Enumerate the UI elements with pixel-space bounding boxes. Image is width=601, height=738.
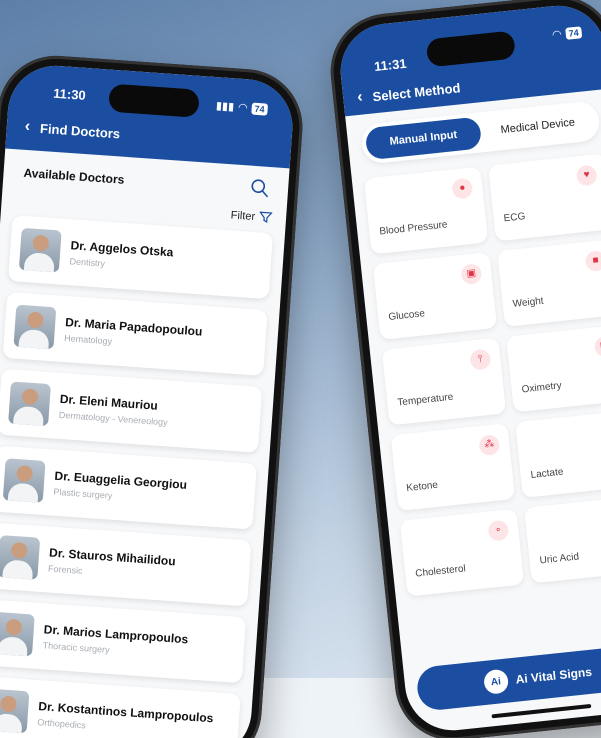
brand-bar: Ai Ai Vital Signs bbox=[415, 642, 601, 712]
status-time: 11:30 bbox=[52, 85, 87, 103]
wifi-icon: ◠ bbox=[551, 28, 563, 42]
doctor-avatar bbox=[0, 535, 41, 580]
molecule-icon: ⁂ bbox=[478, 434, 501, 457]
tab-medical-device[interactable]: Medical Device bbox=[479, 104, 597, 148]
nav-row: ‹ Select Method bbox=[356, 78, 461, 107]
doctor-specialty: Dermatology - Venereology bbox=[58, 409, 168, 428]
header-find-doctors: 11:30 ▮▮▮ ◠ 74 ‹ Find Doctors bbox=[5, 62, 296, 169]
method-tile-glucose[interactable]: ▣ Glucose bbox=[372, 252, 498, 340]
doctor-avatar bbox=[2, 458, 46, 503]
doctor-card[interactable]: Dr. Maria Papadopoulou Hematology bbox=[2, 291, 268, 376]
method-label: ECG bbox=[503, 211, 526, 225]
doctor-card[interactable]: Dr. Aggelos Otska Dentistry bbox=[8, 215, 274, 300]
doctor-card[interactable]: Dr. Stauros Mihailidou Forensic bbox=[0, 522, 252, 607]
method-tile-oximetry[interactable]: ▤ Oximetry bbox=[506, 324, 601, 413]
method-label: Oximetry bbox=[521, 380, 563, 396]
doctor-card[interactable]: Dr. Eleni Mauriou Dermatology - Venereolo… bbox=[0, 368, 263, 453]
doctor-avatar bbox=[8, 381, 51, 427]
doctor-avatar bbox=[0, 611, 35, 657]
method-tile-ketone[interactable]: ⁂ Ketone bbox=[390, 423, 516, 511]
glucose-meter-icon: ▣ bbox=[460, 263, 483, 286]
method-tile-temperature[interactable]: ⫯ Temperature bbox=[381, 337, 507, 426]
method-tile-lactate[interactable]: ∿Lactate bbox=[515, 410, 601, 498]
phone-select-method: 11:31 ◠ 74 ‹ Select Method Manual Input … bbox=[325, 0, 601, 738]
cells-icon: ∘ bbox=[487, 519, 510, 542]
doctor-card[interactable]: Dr. Kostantinos Lampropoulos Orthopedics bbox=[0, 676, 241, 738]
phone-find-doctors: 11:30 ▮▮▮ ◠ 74 ‹ Find Doctors Available … bbox=[0, 52, 307, 738]
method-tile-blood-pressure[interactable]: ● Blood Pressure bbox=[363, 166, 489, 255]
section-title: Available Doctors bbox=[23, 165, 125, 187]
method-tile-uric-acid[interactable]: ✎Uric Acid bbox=[524, 495, 601, 584]
brand-logo-icon: Ai bbox=[482, 668, 510, 695]
home-indicator bbox=[491, 703, 592, 719]
method-label: Uric Acid bbox=[539, 551, 580, 567]
nav-row: ‹ Find Doctors bbox=[24, 118, 121, 143]
doctor-avatar bbox=[18, 227, 62, 273]
header-select-method: 11:31 ◠ 74 ‹ Select Method bbox=[335, 1, 601, 117]
method-tile-cholesterol[interactable]: ∘ Cholesterol bbox=[399, 508, 525, 597]
doctor-avatar bbox=[13, 304, 57, 350]
signal-icon: ▮▮▮ bbox=[215, 100, 235, 114]
filter-label: Filter bbox=[230, 208, 256, 223]
method-label: Blood Pressure bbox=[378, 219, 449, 238]
battery-icon: 74 bbox=[251, 102, 269, 116]
method-label: Temperature bbox=[396, 391, 454, 409]
dynamic-island bbox=[108, 83, 200, 118]
method-label: Lactate bbox=[530, 466, 564, 481]
wifi-icon: ◠ bbox=[237, 101, 249, 115]
back-arrow-icon[interactable]: ‹ bbox=[356, 89, 363, 107]
tab-manual-input[interactable]: Manual Input bbox=[364, 116, 483, 161]
method-tile-weight[interactable]: ■ Weight bbox=[497, 239, 601, 327]
screen-select-method: 11:31 ◠ 74 ‹ Select Method Manual Input … bbox=[335, 1, 601, 736]
dynamic-island bbox=[425, 30, 517, 68]
filter-icon bbox=[259, 211, 273, 224]
method-grid: ● Blood Pressure ♥ ECG ▣ Glucose ■ Weight ⫯ T… bbox=[363, 153, 601, 597]
search-icon[interactable] bbox=[249, 178, 270, 199]
drop-icon: ● bbox=[451, 177, 474, 200]
doctor-avatar bbox=[0, 688, 30, 734]
method-label: Glucose bbox=[387, 308, 426, 323]
thermometer-icon: ⫯ bbox=[469, 348, 492, 371]
back-arrow-icon[interactable]: ‹ bbox=[24, 118, 31, 136]
screen-find-doctors: 11:30 ▮▮▮ ◠ 74 ‹ Find Doctors Available … bbox=[0, 62, 296, 738]
doctor-specialty: Dentistry bbox=[69, 256, 106, 269]
oximeter-icon: ▤ bbox=[593, 335, 601, 358]
status-icons: ◠ 74 bbox=[551, 25, 583, 42]
status-time: 11:31 bbox=[373, 55, 408, 75]
page-title: Select Method bbox=[371, 79, 462, 104]
status-icons: ▮▮▮ ◠ 74 bbox=[216, 99, 269, 116]
doctor-list: Dr. Aggelos Otska Dentistry Dr. Maria Pap… bbox=[0, 215, 274, 738]
method-label: Cholesterol bbox=[414, 563, 467, 580]
method-tile-ecg[interactable]: ♥ ECG bbox=[488, 153, 601, 242]
doctor-card[interactable]: Dr. Euaggelia Georgiou Plastic surgery bbox=[0, 445, 257, 530]
method-label: Weight bbox=[512, 295, 545, 310]
brand-name: Ai Vital Signs bbox=[515, 664, 593, 687]
method-label: Ketone bbox=[405, 479, 439, 495]
filter-button[interactable]: Filter bbox=[230, 208, 273, 224]
battery-icon: 74 bbox=[565, 25, 583, 40]
page-title: Find Doctors bbox=[39, 120, 121, 141]
doctor-card[interactable]: Dr. Marios Lampropoulos Thoracic surgery bbox=[0, 599, 247, 684]
scale-icon: ■ bbox=[584, 250, 601, 273]
doctor-name: Dr. Aggelos Otska bbox=[70, 238, 174, 260]
heart-pulse-icon: ♥ bbox=[575, 164, 598, 187]
